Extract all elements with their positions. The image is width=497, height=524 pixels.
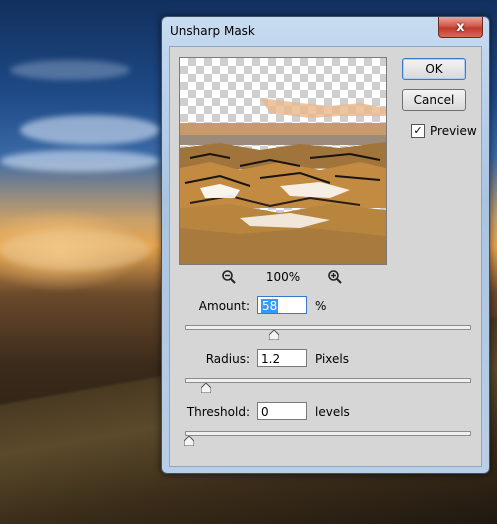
dialog-title: Unsharp Mask bbox=[170, 24, 255, 38]
threshold-slider-thumb[interactable] bbox=[184, 436, 194, 446]
cancel-button[interactable]: Cancel bbox=[402, 89, 466, 111]
threshold-slider-track[interactable] bbox=[185, 431, 471, 436]
ok-button[interactable]: OK bbox=[402, 58, 466, 80]
preview-checkbox[interactable]: ✓ Preview bbox=[411, 124, 477, 138]
amount-input[interactable]: 58 bbox=[257, 296, 307, 314]
radius-input[interactable]: 1.2 bbox=[257, 349, 307, 367]
radius-slider-track[interactable] bbox=[185, 378, 471, 383]
radius-label: Radius: bbox=[205, 352, 250, 366]
amount-unit: % bbox=[315, 299, 327, 313]
amount-value: 58 bbox=[261, 299, 279, 313]
preview-image[interactable] bbox=[179, 57, 387, 265]
threshold-label: Threshold: bbox=[186, 405, 250, 419]
zoom-out-icon[interactable] bbox=[221, 269, 237, 285]
zoom-level: 100% bbox=[265, 270, 301, 284]
amount-slider-thumb[interactable] bbox=[269, 330, 280, 340]
checkmark-icon[interactable]: ✓ bbox=[411, 124, 425, 138]
amount-slider-track[interactable] bbox=[185, 325, 471, 330]
close-icon: x bbox=[456, 19, 465, 35]
close-button[interactable]: x bbox=[438, 17, 483, 38]
preview-landscape bbox=[180, 98, 386, 264]
radius-slider-thumb[interactable] bbox=[201, 383, 212, 393]
preview-label: Preview bbox=[430, 124, 477, 138]
threshold-input[interactable]: 0 bbox=[257, 402, 307, 420]
unsharp-mask-dialog: Unsharp Mask x 100% OK Cancel ✓ Preview … bbox=[161, 16, 490, 474]
title-bar[interactable]: Unsharp Mask x bbox=[162, 17, 489, 45]
dialog-body: 100% OK Cancel ✓ Preview Amount: 58 % Ra… bbox=[169, 46, 482, 467]
radius-value: 1.2 bbox=[261, 352, 281, 366]
threshold-value: 0 bbox=[261, 405, 269, 419]
amount-label: Amount: bbox=[198, 299, 250, 313]
zoom-controls: 100% bbox=[179, 267, 385, 287]
zoom-in-icon[interactable] bbox=[327, 269, 343, 285]
threshold-unit: levels bbox=[315, 405, 350, 419]
radius-unit: Pixels bbox=[315, 352, 350, 366]
